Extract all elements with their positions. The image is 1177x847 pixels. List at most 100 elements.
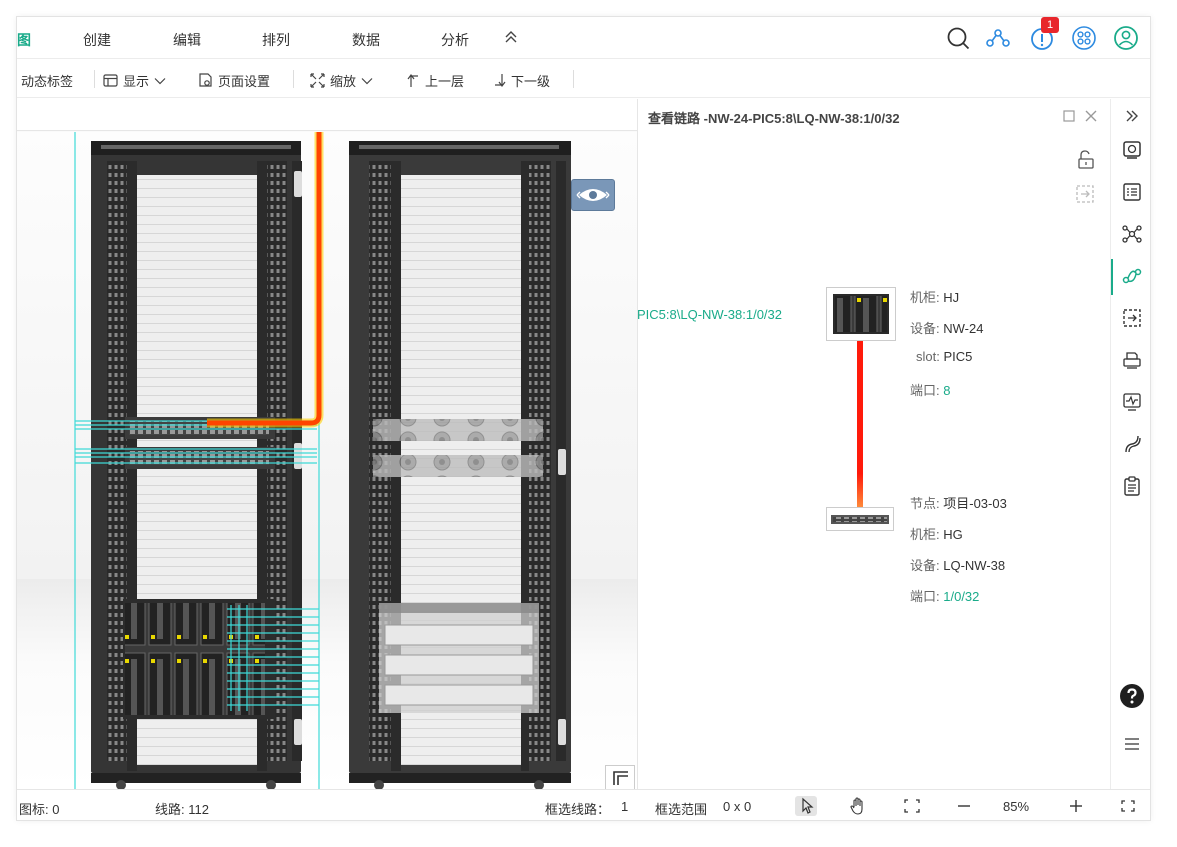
source-port-key: 端口: bbox=[910, 383, 940, 398]
target-cabinet: 机柜: HG bbox=[910, 524, 963, 543]
display-label: 显示 bbox=[123, 74, 150, 89]
dynamic-label-text: 动态标签 bbox=[21, 74, 74, 89]
source-port: 端口: 8 bbox=[910, 380, 950, 399]
fullscreen-icon[interactable] bbox=[1117, 796, 1139, 816]
unlock-icon[interactable] bbox=[1074, 149, 1096, 171]
rack-right[interactable] bbox=[349, 141, 571, 789]
zoom-in-icon[interactable] bbox=[1065, 796, 1087, 816]
frame-select-icon[interactable] bbox=[1121, 307, 1143, 329]
target-port-key: 端口: bbox=[910, 589, 940, 604]
menubar: 图 创建 编辑 排列 数据 分析 1 bbox=[17, 17, 1150, 59]
corner-icon bbox=[613, 771, 628, 785]
performance-monitor-icon[interactable] bbox=[1121, 391, 1143, 413]
source-port-value[interactable]: 8 bbox=[943, 383, 950, 398]
tab-data[interactable]: 数据 bbox=[352, 30, 380, 50]
apps-grid-icon[interactable] bbox=[1071, 25, 1097, 51]
source-slot-key: slot: bbox=[916, 349, 940, 364]
tab-diagram[interactable]: 图 bbox=[17, 30, 31, 50]
menu-icon[interactable] bbox=[1121, 733, 1143, 755]
topology-icon[interactable] bbox=[1121, 223, 1143, 245]
page-settings-label: 页面设置 bbox=[218, 74, 271, 89]
target-device-value: LQ-NW-38 bbox=[943, 558, 1006, 573]
user-avatar-icon[interactable] bbox=[1113, 25, 1139, 51]
eye-icon bbox=[576, 189, 610, 201]
chevron-down-icon bbox=[361, 77, 373, 84]
rack-diagram bbox=[74, 132, 571, 789]
rack-canvas[interactable] bbox=[17, 99, 637, 789]
toolbar: 动态标签 显示 页面设置 缩放 上一层 下一级 bbox=[17, 60, 1150, 98]
tab-analysis[interactable]: 分析 bbox=[441, 30, 469, 50]
app-window: 图 创建 编辑 排列 数据 分析 1 动态标签 显示 页面设置 缩放 上一层 下… bbox=[16, 16, 1151, 821]
source-cabinet: 机柜: HJ bbox=[910, 287, 959, 306]
icon-count: 图标: 0 bbox=[19, 802, 60, 817]
page-settings-button[interactable]: 页面设置 bbox=[198, 71, 270, 90]
target-node-key: 节点: bbox=[910, 496, 940, 511]
display-dropdown[interactable]: 显示 bbox=[103, 71, 166, 90]
tab-create[interactable]: 创建 bbox=[83, 30, 111, 50]
target-port-value[interactable]: 1/0/32 bbox=[943, 589, 979, 604]
link-view-panel: 查看链路 -NW-24-PIC5:8\LQ-NW-38:1/0/32 机柜: H… bbox=[637, 99, 1110, 789]
page-settings-icon bbox=[199, 73, 212, 87]
target-device-key: 设备: bbox=[910, 558, 940, 573]
target-device-image bbox=[831, 515, 889, 524]
expand-chevrons-icon[interactable] bbox=[1121, 105, 1143, 127]
zoom-label: 缩放 bbox=[330, 74, 357, 89]
printer-icon[interactable] bbox=[1121, 349, 1143, 371]
hand-tool-icon[interactable] bbox=[847, 796, 869, 816]
target-node: 节点: 项目-03-03 bbox=[910, 493, 1007, 512]
canvas-link-label[interactable]: PIC5:8\LQ-NW-38:1/0/32 bbox=[637, 307, 782, 322]
clipboard-icon[interactable] bbox=[1121, 475, 1143, 497]
toolbar-divider bbox=[293, 70, 294, 88]
arrow-up-return-icon bbox=[407, 74, 418, 87]
pointer-tool-icon[interactable] bbox=[795, 796, 817, 816]
status-bar: 图标: 0 线路: 112 框选线路： 1 框选范围 0 x 0 85% bbox=[17, 789, 1150, 820]
list-icon[interactable] bbox=[1121, 181, 1143, 203]
target-device-thumbnail[interactable] bbox=[826, 507, 894, 531]
tab-arrange[interactable]: 排列 bbox=[262, 30, 290, 50]
switch-device-image bbox=[833, 294, 889, 334]
source-slot-value: PIC5 bbox=[943, 349, 973, 364]
dynamic-label-button[interactable]: 动态标签 bbox=[21, 71, 73, 90]
panel-title: 查看链路 -NW-24-PIC5:8\LQ-NW-38:1/0/32 bbox=[648, 111, 900, 126]
source-device-thumbnail[interactable] bbox=[826, 287, 896, 341]
level-down-button[interactable]: 下一级 bbox=[493, 71, 550, 90]
layout-icon bbox=[103, 74, 118, 87]
zoom-level: 85% bbox=[1003, 799, 1030, 814]
share-icon[interactable] bbox=[985, 25, 1011, 51]
cable-route-icon[interactable] bbox=[1121, 433, 1143, 455]
minimap-toggle-button[interactable] bbox=[605, 765, 635, 789]
level-up-label: 上一层 bbox=[425, 74, 465, 89]
line-count: 线路: 112 bbox=[155, 802, 209, 817]
zoom-out-icon[interactable] bbox=[953, 796, 975, 816]
selected-lines-label: 框选线路： bbox=[545, 802, 611, 817]
chevrons-up-icon[interactable] bbox=[503, 29, 519, 45]
toolbar-divider bbox=[94, 70, 95, 88]
close-icon[interactable] bbox=[1084, 109, 1098, 123]
link-trace-icon[interactable] bbox=[1121, 265, 1143, 287]
maximize-icon[interactable] bbox=[1062, 109, 1076, 123]
source-device-key: 设备: bbox=[910, 321, 940, 336]
monitor-icon[interactable] bbox=[1121, 139, 1143, 161]
selected-range-value: 0 x 0 bbox=[723, 799, 752, 814]
target-port: 端口: 1/0/32 bbox=[910, 586, 979, 605]
rack-left[interactable] bbox=[91, 141, 302, 789]
target-device: 设备: LQ-NW-38 bbox=[910, 555, 1005, 574]
target-cabinet-value: HG bbox=[943, 527, 963, 542]
level-up-button[interactable]: 上一层 bbox=[407, 71, 464, 90]
source-device-value: NW-24 bbox=[943, 321, 984, 336]
view-toggle-button[interactable] bbox=[571, 179, 615, 211]
search-icon[interactable] bbox=[945, 25, 971, 51]
source-slot: slot: PIC5 bbox=[916, 349, 972, 364]
selected-lines-value: 1 bbox=[621, 799, 629, 814]
zoom-dropdown[interactable]: 缩放 bbox=[310, 71, 373, 90]
frame-select-icon[interactable] bbox=[1074, 183, 1096, 205]
help-icon[interactable] bbox=[1119, 683, 1145, 709]
right-sidebar bbox=[1110, 99, 1150, 789]
fit-screen-icon[interactable] bbox=[901, 796, 923, 816]
link-line bbox=[857, 341, 863, 507]
notification-badge: 1 bbox=[1041, 17, 1059, 33]
source-cabinet-value: HJ bbox=[943, 290, 960, 305]
arrow-down-return-icon bbox=[495, 74, 506, 87]
source-device: 设备: NW-24 bbox=[910, 318, 983, 337]
tab-edit[interactable]: 编辑 bbox=[173, 30, 201, 50]
